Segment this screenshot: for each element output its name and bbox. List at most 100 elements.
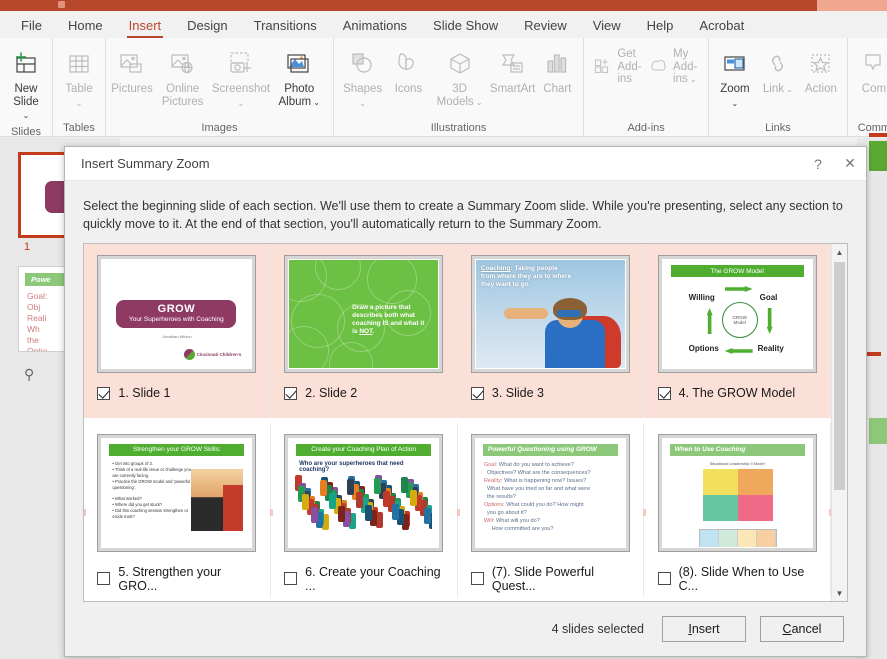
slide-label-row[interactable]: (8). Slide When to Use C... [657, 565, 817, 593]
insert-button[interactable]: Insert [662, 616, 746, 642]
slide-checkbox[interactable] [284, 386, 298, 400]
ribbon-tab-insert[interactable]: Insert [116, 15, 175, 38]
chevron-down-icon[interactable]: ⌄ [732, 99, 739, 108]
slide-cell[interactable]: When to Use Coaching Situational Leadersh… [643, 422, 832, 597]
listbox-scrollbar[interactable]: ▲ ▼ [831, 244, 847, 601]
scroll-up-arrow[interactable]: ▲ [832, 244, 847, 260]
slide-thumbnail[interactable]: Coaching: Taking people from where they … [470, 255, 630, 373]
ribbon-button-label: Pictures [111, 83, 153, 95]
chevron-down-icon[interactable]: ⌄ [311, 98, 320, 107]
scrollbar-thumb[interactable] [834, 262, 845, 490]
slide-label-row[interactable]: 1. Slide 1 [97, 386, 256, 400]
grow-word: Willing [688, 293, 715, 302]
slide-checkbox[interactable] [97, 386, 111, 400]
bullet-item: • Did this coaching session strengthen o… [112, 507, 189, 519]
chevron-down-icon[interactable]: ⌄ [238, 99, 245, 108]
ribbon-tab-help[interactable]: Help [634, 15, 687, 38]
slide-cell[interactable]: Powerful Questioning using GROW Goal: Wha… [456, 422, 645, 597]
ribbon-tabs: File Home Insert Design Transitions Animation… [0, 11, 887, 38]
ribbon-button-screenshot: Screenshot ⌄ [212, 42, 270, 113]
ribbon-button-label: Table ⌄ [65, 83, 93, 108]
ribbon-tab-review[interactable]: Review [511, 15, 580, 38]
slide-header-text: Powerful Questioning using GROW [482, 443, 618, 456]
slide-checkbox[interactable] [657, 386, 671, 400]
hero-figure [302, 493, 310, 510]
smartart-icon [500, 45, 526, 83]
logo-mark [183, 349, 195, 360]
slide-checkbox[interactable] [657, 572, 671, 585]
slide-checkbox[interactable] [470, 572, 484, 585]
slide-cell[interactable]: The GROW Model GROW Model Willing Goal Option… [644, 244, 831, 418]
ribbon-tab-design[interactable]: Design [174, 15, 240, 38]
slide-thumbnail[interactable]: GROW Your Superheroes with Coaching Jonath… [97, 255, 257, 373]
chevron-down-icon[interactable]: ⌄ [359, 99, 366, 108]
scroll-down-arrow[interactable]: ▼ [832, 585, 847, 601]
grow-word: Reality [757, 344, 784, 353]
ribbon-button-com: Com [853, 42, 887, 99]
cancel-button[interactable]: Cancel [760, 616, 844, 642]
slide-thumbnail[interactable]: Create your Coaching Plan of Action Who a… [284, 433, 444, 552]
new-slide-icon [13, 45, 39, 83]
ribbon-button-label: Zoom ⌄ [720, 83, 750, 108]
chevron-down-icon[interactable]: ⌄ [474, 98, 483, 107]
slide-cell[interactable]: Create your Coaching Plan of Action Who a… [269, 422, 458, 597]
slide-checkbox[interactable] [284, 572, 298, 585]
ribbon-button-label: Photo Album ⌄ [278, 83, 321, 108]
ribbon-group-label: Images [201, 122, 238, 134]
slide-label-row[interactable]: (7). Slide Powerful Quest... [470, 565, 630, 593]
powerpoint-window: File Home Insert Design Transitions Animation… [0, 0, 887, 659]
slide-checkbox[interactable] [97, 572, 111, 585]
chevron-down-icon[interactable]: ⌄ [76, 99, 83, 108]
hero-figure [424, 507, 432, 524]
slide-label-row[interactable]: 2. Slide 2 [284, 386, 443, 400]
slide-cell[interactable]: GROW Your Superheroes with Coaching Jonath… [84, 244, 271, 418]
ribbon-tab-slide-show[interactable]: Slide Show [420, 15, 511, 38]
ribbon-tab-animations[interactable]: Animations [330, 15, 420, 38]
slide-thumbnail[interactable]: Strengthen your GROW Skills: • Get into g… [97, 433, 257, 552]
ribbon-button-label: Com [861, 83, 887, 95]
insert-summary-zoom-dialog: Insert Summary Zoom ? ✕ Select the begin… [64, 146, 867, 657]
slide-checkbox[interactable] [470, 386, 484, 400]
ribbon-group-items: Shapes ⌄ Icons 3D Models ⌄ SmartArt Chart [339, 42, 578, 122]
help-icon[interactable]: ? [802, 148, 834, 180]
chevron-down-icon[interactable]: ⌄ [784, 85, 793, 94]
slide-label-row[interactable]: 6. Create your Coaching ... [284, 565, 443, 593]
leadership-quadrant-chart [702, 468, 773, 521]
hero-figure [311, 506, 319, 523]
slide-cell[interactable]: Coaching: Taking people from where they … [457, 244, 645, 418]
slide-thumbnail[interactable]: The GROW Model GROW Model Willing Goal Option… [657, 255, 817, 373]
body-shape [544, 320, 605, 368]
slide-thumbnail[interactable]: Draw a picture that describes both what … [284, 255, 444, 373]
slide-label-row[interactable]: 5. Strengthen your GRO... [97, 565, 256, 593]
quadrant-s3 [702, 468, 738, 495]
chevron-down-icon[interactable]: ⌄ [688, 75, 697, 84]
close-icon[interactable]: ✕ [834, 148, 866, 180]
ribbon-tab-home[interactable]: Home [55, 15, 116, 38]
section-collapse-icon[interactable]: ⚲ [24, 366, 34, 383]
ribbon-button-new-slide[interactable]: New Slide ⌄ [5, 42, 47, 126]
chevron-down-icon[interactable]: ⌄ [23, 111, 30, 120]
slide-cell[interactable]: Strengthen your GROW Skills: • Get into g… [84, 422, 271, 597]
titlebar-indicator [58, 1, 65, 8]
photo-album-icon [286, 45, 312, 83]
bullet-item: • Practice the GROW model and 'powerful … [112, 478, 191, 490]
slide-thumbnail[interactable]: When to Use Coaching Situational Leadersh… [657, 433, 817, 552]
slide-title-plate: GROW Your Superheroes with Coaching [116, 300, 237, 328]
ribbon-button-zoom[interactable]: Zoom ⌄ [714, 42, 756, 113]
table-icon [66, 45, 92, 83]
slide-cell[interactable]: Draw a picture that describes both what … [270, 244, 458, 418]
ribbon-tab-acrobat[interactable]: Acrobat [686, 15, 757, 38]
slide-label-row[interactable]: 4. The GROW Model [657, 386, 817, 400]
ribbon-group-links: Zoom ⌄ Link ⌄ Action Links [707, 38, 847, 137]
slide-label-text: 2. Slide 2 [305, 386, 358, 400]
slide-selection-listbox[interactable]: GROW Your Superheroes with Coaching Jonath… [83, 243, 848, 602]
slide-label-row[interactable]: 3. Slide 3 [470, 386, 630, 400]
ribbon-tab-transitions[interactable]: Transitions [241, 15, 330, 38]
slide-thumbnail[interactable]: Powerful Questioning using GROW Goal: Wha… [470, 433, 630, 552]
quadrant-s4 [702, 494, 738, 521]
ribbon-tab-file[interactable]: File [8, 15, 55, 38]
ribbon-group-items: Table ⌄ [58, 42, 100, 122]
ribbon-button-photo-album[interactable]: Photo Album ⌄ [271, 42, 328, 112]
slide-preview-s3: Coaching: Taking people from where they … [475, 260, 625, 368]
ribbon-tab-view[interactable]: View [580, 15, 634, 38]
